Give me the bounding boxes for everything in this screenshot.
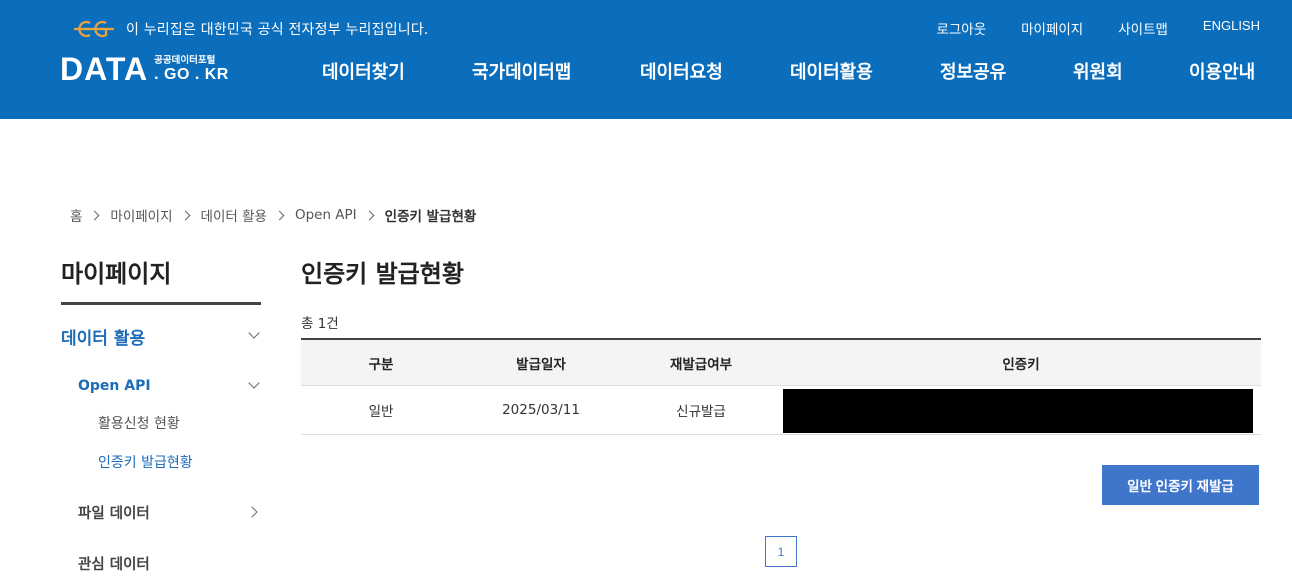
gnb-data-request[interactable]: 데이터요청 bbox=[640, 58, 723, 84]
table-header: 구분 발급일자 재발급여부 인증키 bbox=[301, 340, 1261, 386]
gov-banner-text: 이 누리집은 대한민국 공식 전자정부 누리집입니다. bbox=[126, 22, 429, 38]
site-header: 이 누리집은 대한민국 공식 전자정부 누리집입니다. 로그아웃 마이페이지 사… bbox=[0, 0, 1292, 119]
gnb-info-share[interactable]: 정보공유 bbox=[940, 58, 1006, 84]
key-status-table: 구분 발급일자 재발급여부 인증키 일반 2025/03/11 신규발급 bbox=[301, 338, 1261, 435]
sitemap-link[interactable]: 사이트맵 bbox=[1118, 18, 1168, 38]
sidebar-item-file-data[interactable]: 파일 데이터 bbox=[78, 501, 261, 523]
chevron-right-icon bbox=[364, 210, 375, 220]
sidebar-item-label: 파일 데이터 bbox=[78, 505, 150, 522]
chevron-down-icon bbox=[248, 377, 260, 389]
sidebar-section-data-usage[interactable]: 데이터 활용 bbox=[61, 323, 261, 349]
sidebar-section-label: 데이터 활용 bbox=[61, 328, 146, 349]
breadcrumb-home[interactable]: 홈 bbox=[70, 205, 82, 225]
column-header-key: 인증키 bbox=[1002, 356, 1040, 373]
reissue-key-button[interactable]: 일반 인증키 재발급 bbox=[1102, 465, 1259, 505]
sidebar-item-key-status[interactable]: 인증키 발급현황 bbox=[98, 451, 193, 473]
cell-reissue: 신규발급 bbox=[676, 404, 726, 420]
pagination-page-1[interactable]: 1 bbox=[765, 536, 797, 567]
page-title: 인증키 발급현황 bbox=[301, 260, 464, 288]
sidebar-divider bbox=[61, 302, 261, 305]
global-nav: 데이터찾기 국가데이터맵 데이터요청 데이터활용 정보공유 위원회 이용안내 bbox=[0, 58, 1292, 86]
breadcrumb-current: 인증키 발급현황 bbox=[384, 209, 477, 225]
sidebar-item-open-api[interactable]: Open API bbox=[78, 375, 261, 397]
sidebar-item-label: Open API bbox=[78, 378, 151, 394]
sidebar-title: 마이페이지 bbox=[61, 260, 172, 288]
total-count: 총 1건 bbox=[301, 316, 339, 332]
chevron-right-icon bbox=[274, 210, 285, 220]
chevron-down-icon bbox=[248, 327, 260, 339]
gnb-committee[interactable]: 위원회 bbox=[1073, 58, 1123, 84]
chevron-right-icon bbox=[89, 210, 100, 220]
english-link[interactable]: ENGLISH bbox=[1203, 18, 1260, 38]
sidebar-item-label: 활용신청 현황 bbox=[98, 416, 180, 432]
gnb-find-data[interactable]: 데이터찾기 bbox=[322, 58, 405, 84]
gnb-data-usage[interactable]: 데이터활용 bbox=[790, 58, 873, 84]
column-header-reissue: 재발급여부 bbox=[669, 356, 733, 373]
column-header-date: 발급일자 bbox=[516, 356, 566, 373]
sidebar-item-label: 인증키 발급현황 bbox=[98, 455, 193, 471]
sidebar-item-label: 관심 데이터 bbox=[78, 556, 150, 573]
utility-nav: 로그아웃 마이페이지 사이트맵 ENGLISH bbox=[901, 18, 1260, 38]
gov-banner: 이 누리집은 대한민국 공식 전자정부 누리집입니다. bbox=[72, 16, 429, 42]
gov-emblem-icon bbox=[74, 20, 114, 38]
column-header-type: 구분 bbox=[368, 356, 394, 373]
breadcrumb-open-api[interactable]: Open API bbox=[295, 207, 357, 223]
cell-date: 2025/03/11 bbox=[502, 402, 580, 418]
table-row: 일반 2025/03/11 신규발급 bbox=[301, 386, 1261, 435]
breadcrumb-mypage[interactable]: 마이페이지 bbox=[110, 205, 172, 225]
cell-type: 일반 bbox=[368, 404, 394, 420]
chevron-right-icon bbox=[246, 506, 258, 518]
breadcrumb: 홈 마이페이지 데이터 활용 Open API 인증키 발급현황 bbox=[70, 205, 476, 225]
mypage-link[interactable]: 마이페이지 bbox=[1021, 18, 1083, 38]
auth-key-redacted bbox=[783, 389, 1253, 433]
sidebar-item-interest-data[interactable]: 관심 데이터 bbox=[78, 552, 150, 574]
chevron-right-icon bbox=[180, 210, 190, 220]
breadcrumb-data-usage[interactable]: 데이터 활용 bbox=[201, 205, 267, 225]
sidebar-item-usage-status[interactable]: 활용신청 현황 bbox=[98, 412, 180, 434]
logout-link[interactable]: 로그아웃 bbox=[936, 18, 986, 38]
gnb-guide[interactable]: 이용안내 bbox=[1189, 58, 1255, 84]
gnb-national-data-map[interactable]: 국가데이터맵 bbox=[472, 58, 571, 84]
